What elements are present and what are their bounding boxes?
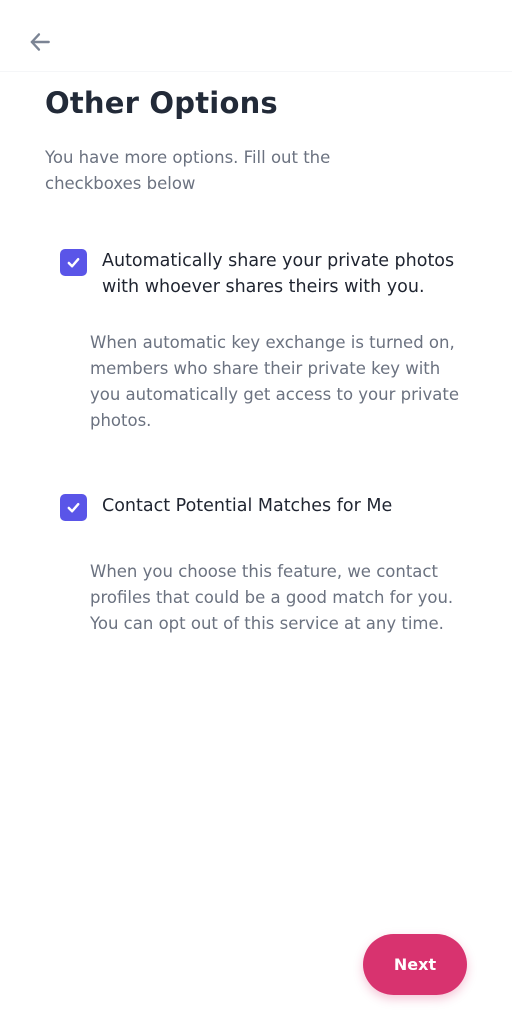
contact-matches-label[interactable]: Contact Potential Matches for Me xyxy=(102,493,462,519)
other-options-screen: Other Options You have more options. Fil… xyxy=(0,0,512,1024)
auto-share-description: When automatic key exchange is turned on… xyxy=(90,333,459,430)
option-row: Contact Potential Matches for Me xyxy=(60,493,480,521)
back-button[interactable] xyxy=(24,26,56,58)
next-button[interactable]: Next xyxy=(363,934,467,995)
auto-share-label[interactable]: Automatically share your private photos … xyxy=(102,248,462,300)
option-auto-share: Automatically share your private photos … xyxy=(60,248,480,434)
arrow-left-icon xyxy=(30,33,50,51)
checkmark-icon xyxy=(67,258,80,268)
page-subtitle: You have more options. Fill out the chec… xyxy=(45,148,331,193)
auto-share-checkbox[interactable] xyxy=(60,249,87,276)
contact-matches-description: When you choose this feature, we contact… xyxy=(90,562,454,633)
option-contact-matches: Contact Potential Matches for Me When yo… xyxy=(60,493,480,637)
top-bar xyxy=(0,0,512,72)
page-title: Other Options xyxy=(45,86,278,120)
checkmark-icon xyxy=(67,503,80,513)
option-row: Automatically share your private photos … xyxy=(60,248,480,300)
contact-matches-checkbox[interactable] xyxy=(60,494,87,521)
